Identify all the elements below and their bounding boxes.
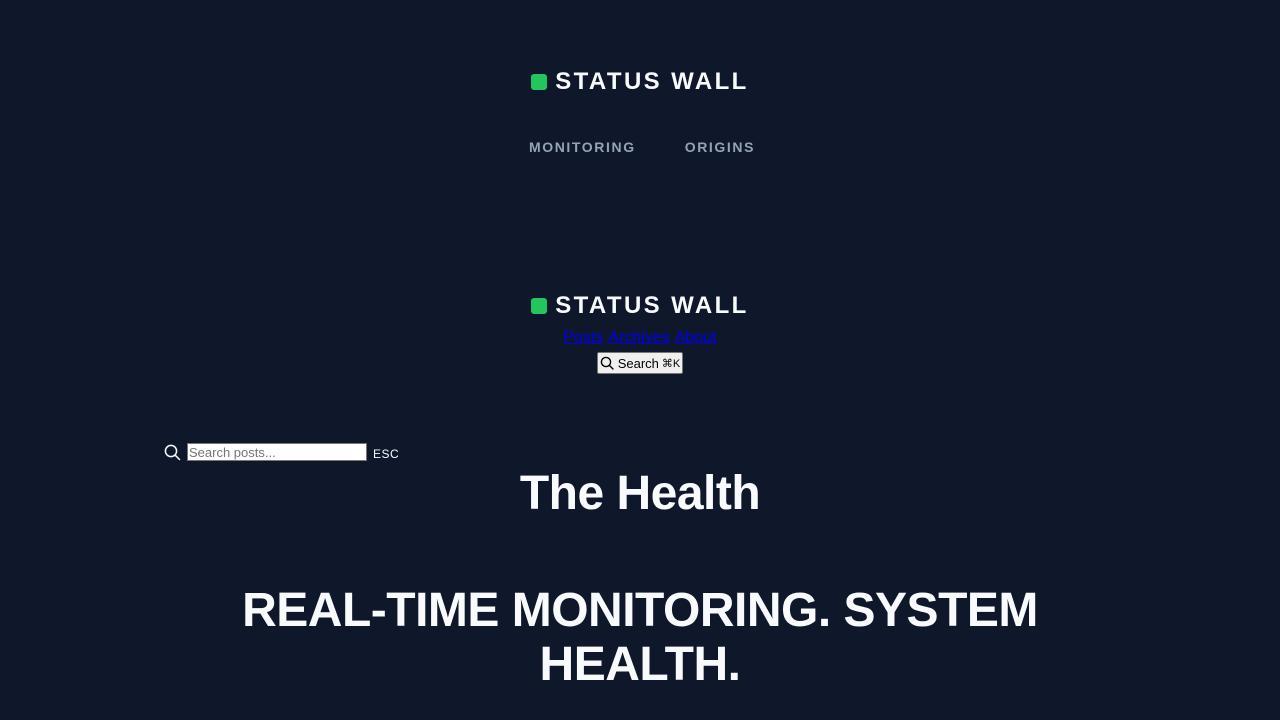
search-button[interactable]: Search ⌘K	[596, 352, 684, 374]
page: STATUS WALL MONITORING ORIGINS STATUS WA…	[0, 0, 1280, 720]
status-dot-icon	[531, 74, 548, 90]
page-title: The Health	[519, 467, 761, 520]
brand-title: STATUS WALL	[555, 68, 749, 95]
search-shortcut: ⌘K	[661, 357, 681, 370]
nav-link-origins[interactable]: ORIGINS	[685, 138, 755, 156]
nav-link-posts[interactable]: Posts	[563, 329, 603, 347]
hero-tagline-line-1: REAL-TIME MONITORING. SYSTEM	[242, 584, 1038, 637]
hero-tagline-line-2: HEALTH.	[539, 638, 741, 691]
secondary-nav: Posts Archives About	[0, 329, 1280, 347]
search-bar: ESC	[164, 443, 399, 461]
main-nav: MONITORING ORIGINS	[0, 138, 1280, 156]
search-icon	[164, 444, 181, 460]
search-icon	[600, 356, 614, 370]
nav-link-archives[interactable]: Archives	[608, 329, 669, 347]
site-brand[interactable]: STATUS WALL	[0, 68, 1280, 96]
nav-link-monitoring[interactable]: MONITORING	[529, 138, 636, 156]
secondary-brand-title: STATUS WALL	[555, 292, 749, 319]
search-button-wrapper: Search ⌘K	[0, 352, 1280, 374]
hero-tagline: REAL-TIME MONITORING. SYSTEM HEALTH.	[0, 584, 1280, 692]
nav-link-about[interactable]: About	[675, 329, 717, 347]
search-input[interactable]	[187, 443, 367, 461]
status-dot-icon	[531, 298, 548, 314]
esc-hint[interactable]: ESC	[373, 447, 399, 461]
search-button-label: Search	[617, 355, 659, 371]
secondary-brand[interactable]: STATUS WALL	[0, 292, 1280, 320]
